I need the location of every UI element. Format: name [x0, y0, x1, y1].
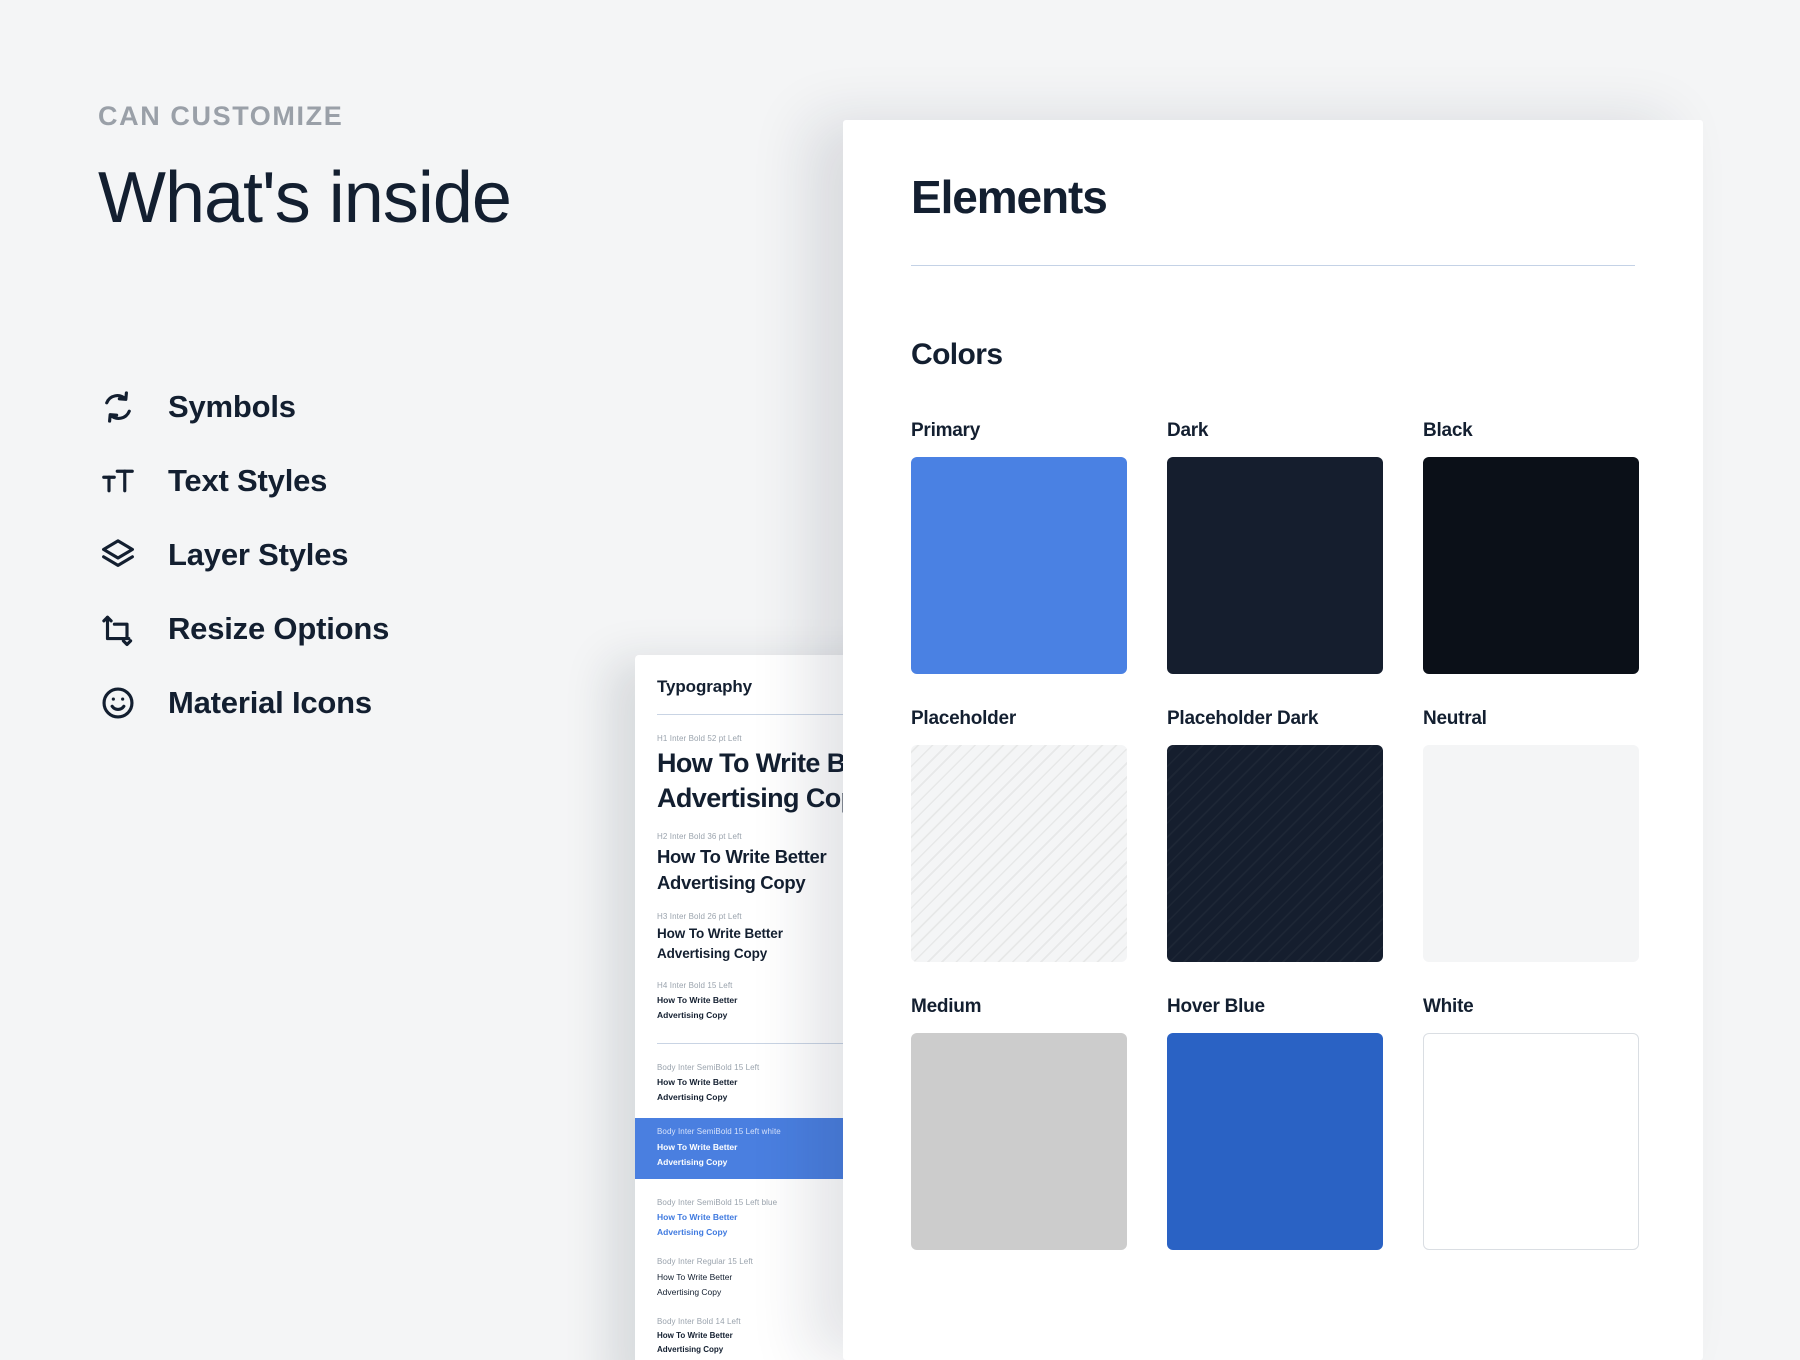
swatch-label: Hover Blue — [1167, 996, 1383, 1018]
swatch-label: Primary — [911, 420, 1127, 442]
color-swatch-primary[interactable]: Primary — [911, 420, 1127, 674]
swatch-chip[interactable] — [1167, 1033, 1383, 1250]
swatch-chip[interactable] — [1167, 745, 1383, 962]
swatch-chip[interactable] — [1167, 457, 1383, 674]
swatch-label: Placeholder — [911, 708, 1127, 730]
swatch-chip[interactable] — [911, 457, 1127, 674]
swatch-label: Neutral — [1423, 708, 1639, 730]
divider — [911, 265, 1635, 266]
swatch-label: Black — [1423, 420, 1639, 442]
feature-label: Layer Styles — [168, 537, 348, 573]
feature-label: Material Icons — [168, 685, 372, 721]
feature-label: Resize Options — [168, 611, 389, 647]
sync-symbols-icon — [98, 387, 138, 427]
swatch-label: Placeholder Dark — [1167, 708, 1383, 730]
swatch-chip[interactable] — [911, 1033, 1127, 1250]
color-swatch-placeholder[interactable]: Placeholder — [911, 708, 1127, 962]
feature-item-text-styles[interactable]: Text Styles — [98, 444, 389, 518]
text-format-icon — [98, 461, 138, 501]
feature-label: Symbols — [168, 389, 296, 425]
color-swatch-black[interactable]: Black — [1423, 420, 1639, 674]
swatch-chip[interactable] — [1423, 745, 1639, 962]
swatch-chip[interactable] — [1423, 1033, 1639, 1250]
page-title: What's inside — [98, 160, 658, 238]
swatch-label: Medium — [911, 996, 1127, 1018]
intro-block: CAN CUSTOMIZE What's inside — [98, 100, 658, 238]
elements-panel[interactable]: Elements Colors Primary Dark Black Place… — [843, 120, 1703, 1360]
feature-item-layer-styles[interactable]: Layer Styles — [98, 518, 389, 592]
crop-resize-icon — [98, 609, 138, 649]
swatch-chip[interactable] — [911, 745, 1127, 962]
colors-section-title: Colors — [911, 338, 1635, 372]
elements-panel-title: Elements — [911, 174, 1635, 220]
layers-icon — [98, 535, 138, 575]
feature-list: Symbols Text Styles Layer Styles — [98, 370, 389, 740]
smiley-face-icon — [98, 683, 138, 723]
feature-item-symbols[interactable]: Symbols — [98, 370, 389, 444]
color-swatch-neutral[interactable]: Neutral — [1423, 708, 1639, 962]
swatch-chip[interactable] — [1423, 457, 1639, 674]
swatch-label: Dark — [1167, 420, 1383, 442]
feature-label: Text Styles — [168, 463, 327, 499]
color-swatch-placeholder-dark[interactable]: Placeholder Dark — [1167, 708, 1383, 962]
color-swatch-dark[interactable]: Dark — [1167, 420, 1383, 674]
poster-canvas: CAN CUSTOMIZE What's inside Symbols — [0, 0, 1800, 1360]
color-swatch-grid: Primary Dark Black Placeholder Placehold… — [911, 420, 1635, 1284]
feature-item-resize-options[interactable]: Resize Options — [98, 592, 389, 666]
swatch-label: White — [1423, 996, 1639, 1018]
color-swatch-medium[interactable]: Medium — [911, 996, 1127, 1250]
feature-item-material-icons[interactable]: Material Icons — [98, 666, 389, 740]
color-swatch-hover-blue[interactable]: Hover Blue — [1167, 996, 1383, 1250]
color-swatch-white[interactable]: White — [1423, 996, 1639, 1250]
eyebrow-label: CAN CUSTOMIZE — [98, 100, 658, 132]
